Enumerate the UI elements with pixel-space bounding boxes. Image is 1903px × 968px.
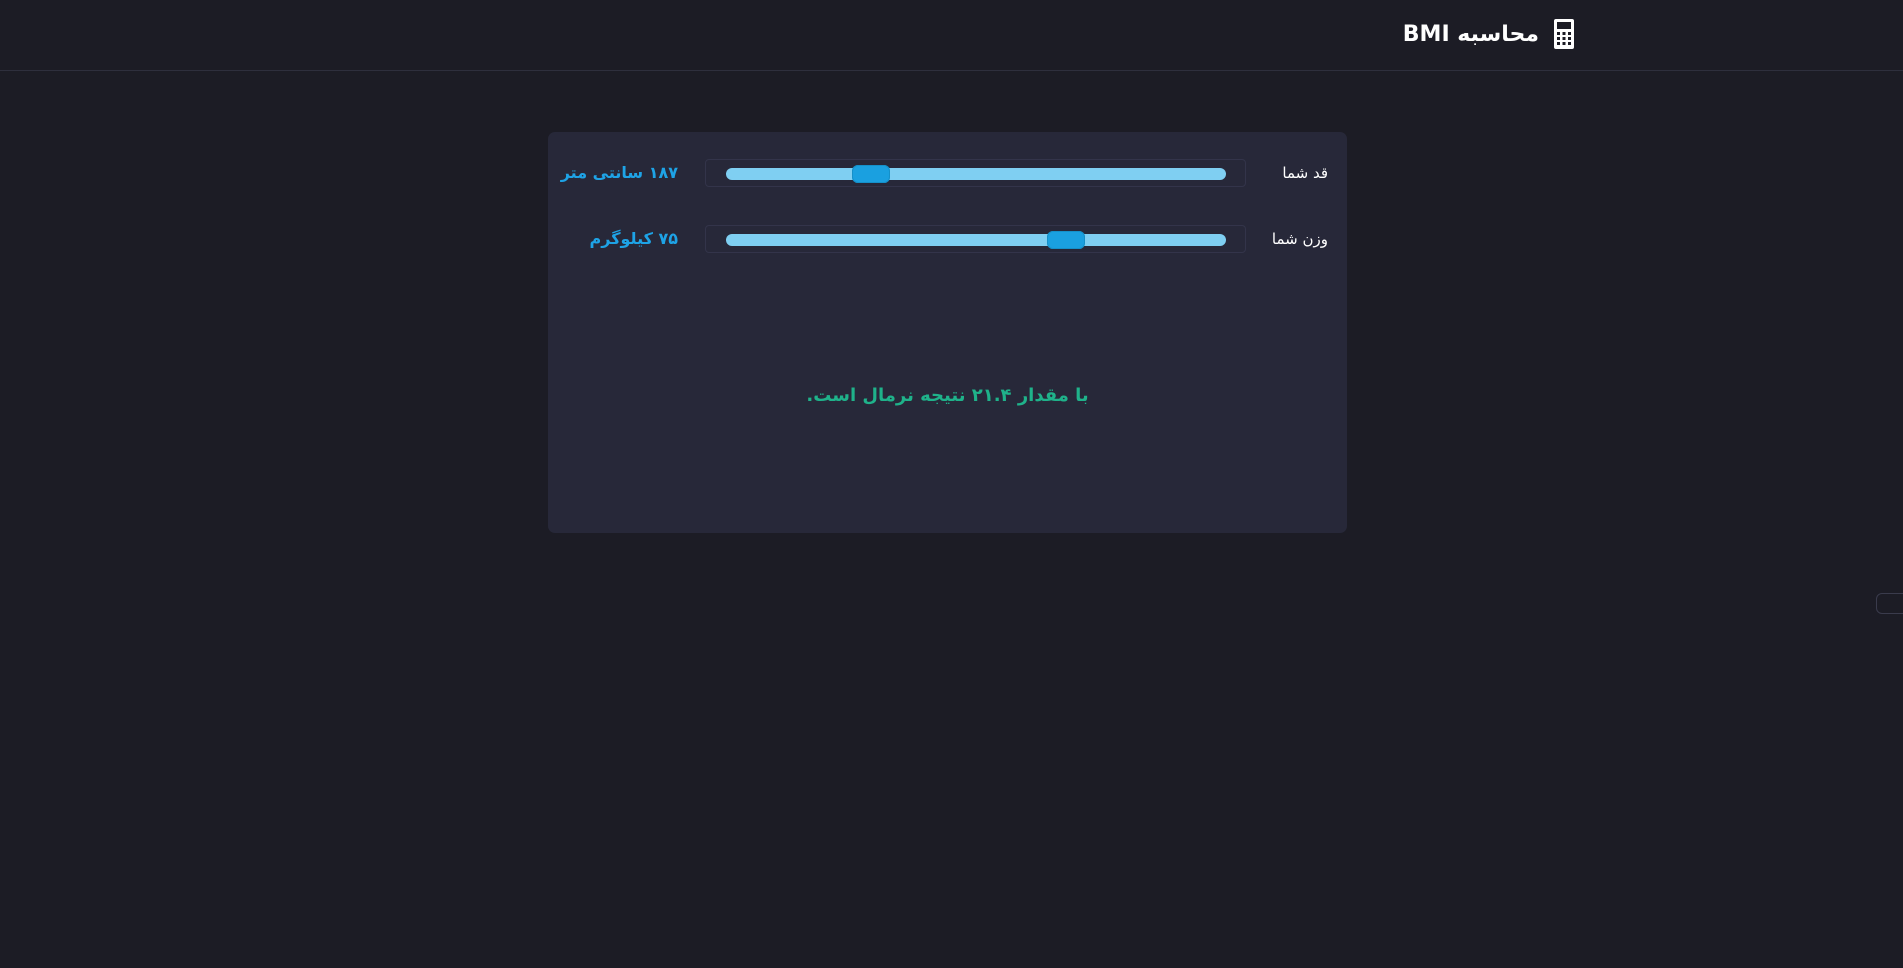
- height-slider-thumb[interactable]: [852, 165, 890, 183]
- weight-slider-track[interactable]: [726, 231, 1226, 249]
- app-header: محاسبه BMI: [0, 0, 1903, 71]
- calculator-icon: [1553, 18, 1575, 50]
- height-value: ۱۸۷ سانتی متر: [560, 163, 678, 182]
- weight-slider[interactable]: [705, 225, 1246, 253]
- height-slider[interactable]: [705, 159, 1246, 187]
- height-row: قد شما ۱۸۷ سانتی متر: [548, 159, 1347, 189]
- weight-row: وزن شما ۷۵ کیلوگرم: [548, 225, 1347, 255]
- bmi-result-text: با مقدار ۲۱.۴ نتیجه نرمال است.: [806, 385, 1089, 406]
- height-label: قد شما: [1282, 164, 1328, 182]
- weight-slider-thumb[interactable]: [1047, 231, 1085, 249]
- bmi-card: قد شما ۱۸۷ سانتی متر وزن شما ۷۵ کیلوگرم …: [548, 132, 1347, 533]
- weight-value: ۷۵ کیلوگرم: [589, 229, 678, 248]
- app-title: محاسبه BMI: [1402, 21, 1539, 47]
- weight-label: وزن شما: [1271, 230, 1328, 248]
- height-slider-track[interactable]: [726, 165, 1226, 183]
- brand: محاسبه BMI: [1403, 16, 1575, 52]
- side-edge-tab[interactable]: [1876, 593, 1903, 614]
